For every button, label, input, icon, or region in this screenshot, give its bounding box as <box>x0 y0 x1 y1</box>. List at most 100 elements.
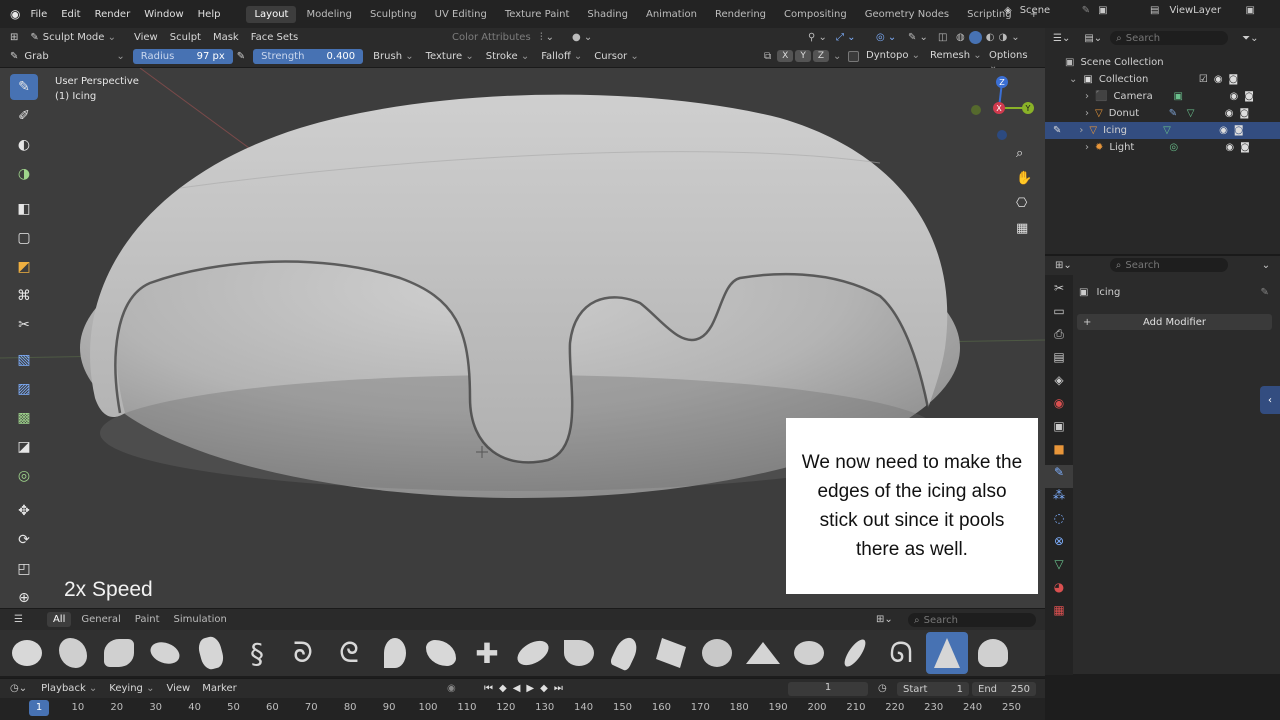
tool-tab-icon[interactable]: ✂ <box>1045 281 1073 304</box>
scene-collection-row[interactable]: ▣ Scene Collection <box>1045 54 1280 71</box>
tab-animation[interactable]: Animation <box>638 6 705 23</box>
brush-smooth[interactable] <box>926 632 968 674</box>
menu-window[interactable]: Window <box>144 9 183 20</box>
current-frame-field[interactable]: 1 <box>788 682 868 696</box>
xray-icon[interactable]: ◫ <box>938 32 947 43</box>
outliner-item-light[interactable]: › ✹ Light ◎ ◉ ◙ <box>1045 139 1280 156</box>
brush-flatten[interactable] <box>420 632 462 674</box>
brush-grab[interactable]: ✚ <box>466 632 508 674</box>
brush-nudge[interactable] <box>696 632 738 674</box>
eye-icon[interactable]: ◉ <box>1229 91 1238 102</box>
add-modifier-button[interactable]: + Add Modifier <box>1077 314 1272 330</box>
overlay-toggle-icon[interactable]: ◎ ⌄ <box>876 32 896 43</box>
strength-slider[interactable]: Strength 0.400 <box>253 49 364 64</box>
shelf-search-input[interactable]: ⌕ Search <box>908 613 1036 627</box>
draw-sharp-icon[interactable]: ✐ <box>10 103 38 129</box>
view-layer-tab-icon[interactable]: ▤ <box>1045 350 1073 373</box>
material-shading-icon[interactable]: ◐ <box>986 32 995 43</box>
stopwatch-icon[interactable]: ◷ <box>878 683 887 694</box>
mesh-filter-icon[interactable]: ▧ <box>10 347 38 373</box>
camera-render-icon[interactable]: ◙ <box>1234 125 1244 136</box>
brush-draw-sharp[interactable]: ᘐ <box>282 632 324 674</box>
texture-tab-icon[interactable]: ▦ <box>1045 603 1073 626</box>
collection-tab-icon[interactable]: ▣ <box>1045 419 1073 442</box>
view-layer-selector[interactable]: ▤ ViewLayer ▣ <box>1150 5 1255 16</box>
rendered-shading-icon[interactable]: ◑ <box>998 32 1007 43</box>
remesh-menu[interactable]: Remesh <box>930 50 982 61</box>
menu-file[interactable]: File <box>30 9 47 20</box>
modifier-tab-icon[interactable]: ✎ <box>1045 465 1073 488</box>
pivot-icon[interactable]: ● ⌄ <box>572 32 592 43</box>
radius-slider[interactable]: Radius 97 px <box>132 49 233 64</box>
properties-options-icon[interactable]: ⌄ <box>1262 260 1270 271</box>
expand-arrow-icon[interactable]: › <box>1085 91 1089 102</box>
collection-row[interactable]: ⌄ ▣ Collection ☑ ◉ ◙ <box>1045 71 1280 88</box>
move-icon[interactable]: ✥ <box>10 498 38 524</box>
menu-sculpt[interactable]: Sculpt <box>170 32 201 43</box>
expand-arrow-icon[interactable]: › <box>1079 125 1083 136</box>
timeline-editor-icon[interactable]: ◷⌄ <box>10 683 27 694</box>
mode-selector[interactable]: Sculpt Mode <box>43 32 116 43</box>
brush-elastic[interactable]: ᘓ <box>328 632 370 674</box>
jump-end-icon[interactable]: ⏭ <box>554 683 563 694</box>
tab-modeling[interactable]: Modeling <box>298 6 360 23</box>
eye-icon[interactable]: ◉ <box>1214 74 1223 85</box>
prev-key-icon[interactable]: ◆ <box>499 683 507 694</box>
shelf-tab-all[interactable]: All <box>46 612 72 627</box>
sidebar-toggle[interactable]: ‹ <box>1260 386 1280 414</box>
brush-menu[interactable]: Brush <box>373 51 413 62</box>
brush-fill[interactable] <box>374 632 416 674</box>
shading-options-icon[interactable]: ⌄ <box>1011 32 1019 43</box>
falloff-menu[interactable]: Falloff <box>541 51 582 62</box>
draw-brush-icon[interactable]: ✎ <box>10 74 38 100</box>
tab-uv-editing[interactable]: UV Editing <box>427 6 495 23</box>
play-icon[interactable]: ▶ <box>526 683 534 694</box>
edit-face-set-icon[interactable]: ◪ <box>10 434 38 460</box>
brush-clay[interactable] <box>52 632 94 674</box>
auto-key-icon[interactable]: ◉ <box>447 683 456 694</box>
new-scene-icon[interactable]: ▣ <box>1098 5 1107 16</box>
mask-icon[interactable]: ◧ <box>10 196 38 222</box>
material-tab-icon[interactable]: ◕ <box>1045 580 1073 603</box>
mask-by-color-icon[interactable]: ◎ <box>10 463 38 489</box>
rotate-icon[interactable]: ⟳ <box>10 527 38 553</box>
properties-search-input[interactable]: ⌕ Search <box>1109 258 1228 272</box>
brush-blob[interactable] <box>6 632 48 674</box>
axes-dropdown-icon[interactable]: ⌄ <box>833 51 841 62</box>
brush-scrape[interactable] <box>834 632 876 674</box>
brush-rotate[interactable] <box>788 632 830 674</box>
scale-icon[interactable]: ◰ <box>10 556 38 582</box>
brush-clay-thumb[interactable] <box>144 632 186 674</box>
marker-menu[interactable]: Marker <box>202 683 237 694</box>
wireframe-shading-icon[interactable]: ◍ <box>956 32 965 43</box>
texture-menu[interactable]: Texture <box>426 51 474 62</box>
new-view-layer-icon[interactable]: ▣ <box>1245 5 1254 16</box>
menu-render[interactable]: Render <box>95 9 131 20</box>
layer-icon[interactable]: ◑ <box>10 161 38 187</box>
timeline-view-menu[interactable]: View <box>166 683 190 694</box>
dyntopo-menu[interactable]: Dyntopo <box>866 50 920 61</box>
outliner-item-camera[interactable]: › ⬛ Camera ▣ ◉ ◙ <box>1045 88 1280 105</box>
expand-arrow-icon[interactable]: ⌄ <box>1069 74 1077 85</box>
brush-multires[interactable] <box>650 632 692 674</box>
output-tab-icon[interactable]: ⎙ <box>1045 327 1073 350</box>
outliner-item-donut[interactable]: › ▽ Donut ✎ ▽ ◉ ◙ <box>1045 105 1280 122</box>
cursor-menu[interactable]: Cursor <box>594 51 638 62</box>
data-tab-icon[interactable]: ▽ <box>1045 557 1073 580</box>
brush-thumb[interactable] <box>972 632 1014 674</box>
brush-crease[interactable] <box>190 632 232 674</box>
pin-icon[interactable]: ✎ <box>1082 5 1090 16</box>
menu-view[interactable]: View <box>134 32 158 43</box>
play-reverse-icon[interactable]: ◀ <box>513 683 521 694</box>
filter-icon[interactable]: ⏷⌄ <box>1242 33 1258 44</box>
editor-type-icon[interactable]: ⊞ <box>10 32 18 43</box>
expand-arrow-icon[interactable]: › <box>1085 142 1089 153</box>
shelf-tab-paint[interactable]: Paint <box>135 614 160 625</box>
stroke-menu[interactable]: Stroke <box>486 51 529 62</box>
playback-menu[interactable]: Playback <box>41 683 97 694</box>
physics-tab-icon[interactable]: ◌ <box>1045 511 1073 534</box>
axis-x-toggle[interactable]: X <box>777 50 794 62</box>
axis-z-toggle[interactable]: Z <box>812 50 829 62</box>
render-tab-icon[interactable]: ▭ <box>1045 304 1073 327</box>
edit-overlay-icon[interactable]: ✎ ⌄ <box>908 32 928 43</box>
